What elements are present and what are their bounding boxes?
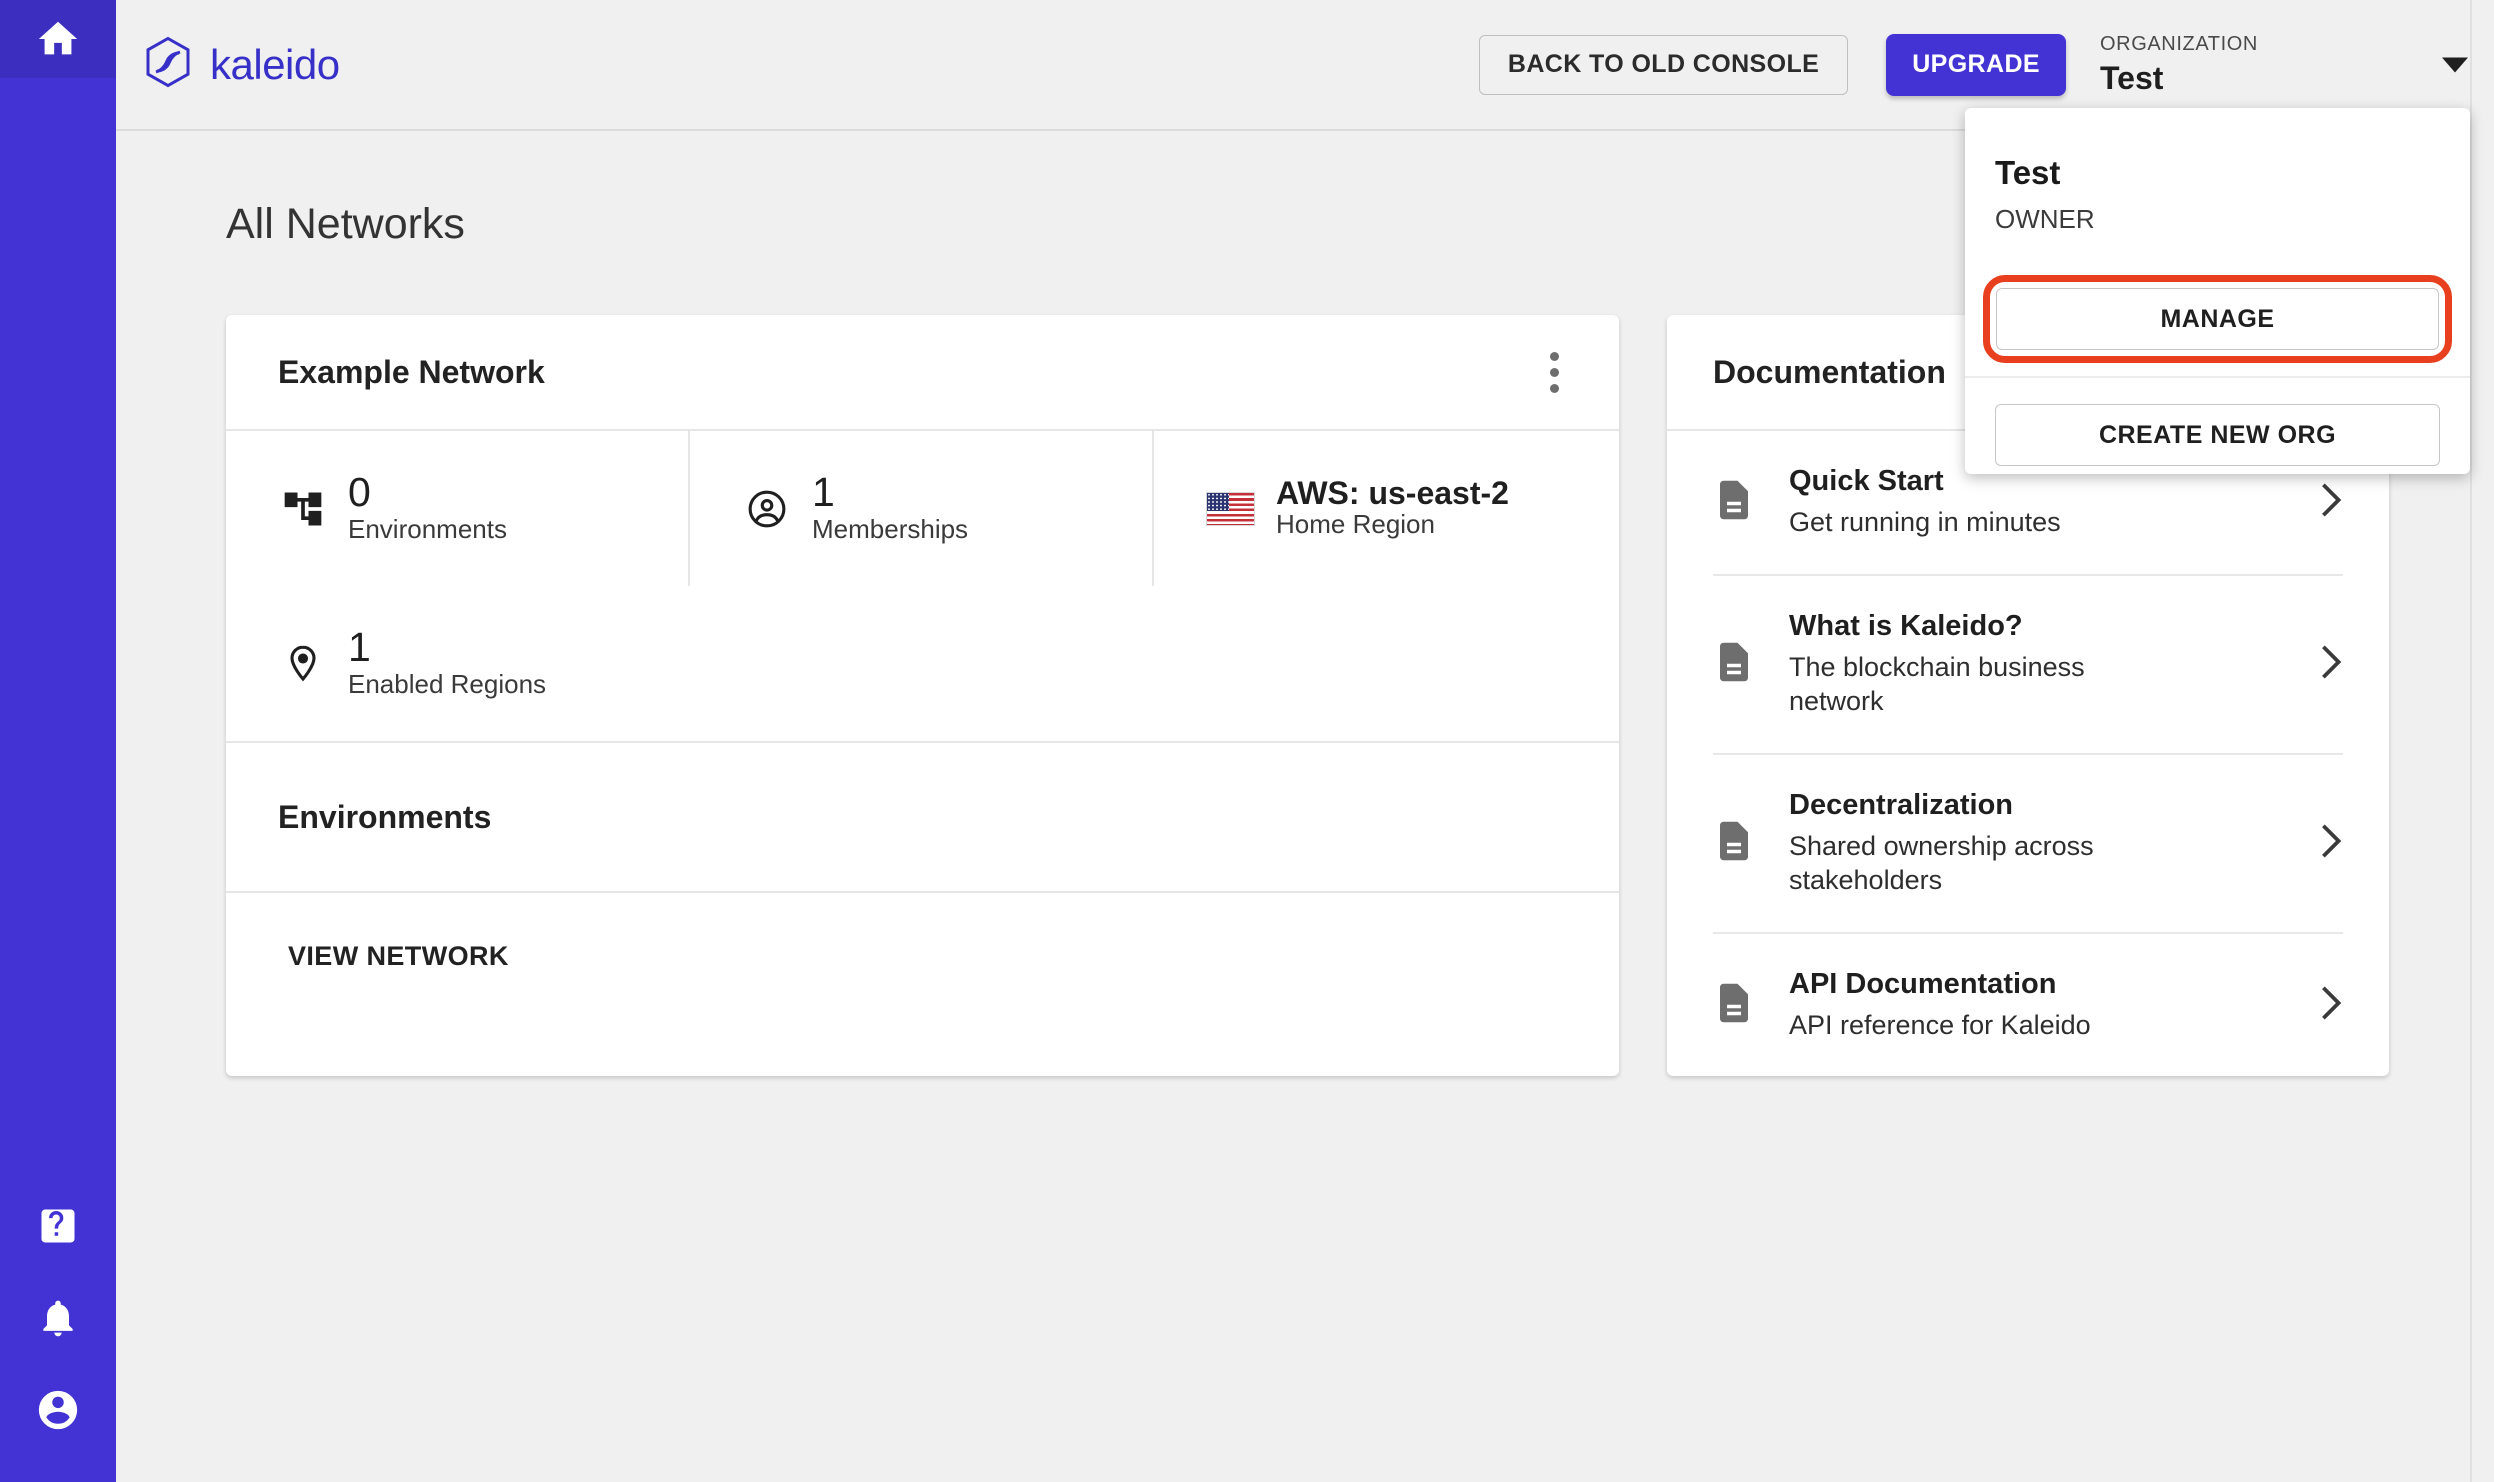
stat-enabled-regions: 1 Enabled Regions [226, 586, 690, 741]
doc-item-decentralization[interactable]: Decentralization Shared ownership across… [1713, 752, 2343, 932]
view-network-button[interactable]: VIEW NETWORK [288, 941, 509, 972]
header-actions: BACK TO OLD CONSOLE UPGRADE ORGANIZATION… [1478, 17, 2494, 112]
doc-item-title: What is Kaleido? [1789, 609, 2023, 642]
doc-item-what-is-kaleido-text: What is Kaleido? The blockchain business… [1789, 610, 2287, 719]
network-card-footer: VIEW NETWORK [226, 893, 1619, 1020]
network-title: Example Network [278, 353, 545, 390]
document-icon [1713, 639, 1757, 690]
chevron-down-icon [2442, 57, 2468, 72]
sidebar-item-help[interactable] [30, 1200, 86, 1256]
stat-memberships: 1 Memberships [690, 431, 1154, 586]
stat-enabled-regions-text: 1 Enabled Regions [348, 624, 547, 700]
doc-item-title: Decentralization [1789, 788, 2013, 821]
doc-item-api-documentation[interactable]: API Documentation API reference for Kale… [1713, 931, 2343, 1077]
organization-label: ORGANIZATION [2100, 32, 2258, 55]
organization-name: Test [2100, 59, 2164, 96]
document-icon [1713, 980, 1757, 1031]
more-vert-icon[interactable] [1526, 344, 1582, 400]
brand-name: kaleido [210, 40, 340, 88]
stat-environments: 0 Environments [226, 431, 690, 586]
doc-item-subtitle: Get running in minutes [1789, 507, 2061, 537]
stat-enabled-regions-value: 1 [348, 624, 371, 671]
doc-item-subtitle: The blockchain business network [1789, 651, 2085, 717]
page-scrollbar[interactable] [2470, 0, 2494, 1482]
chevron-right-icon [2319, 984, 2343, 1027]
app-root: kaleido BACK TO OLD CONSOLE UPGRADE ORGA… [0, 0, 2494, 1482]
stat-memberships-text: 1 Memberships [812, 469, 969, 545]
environments-section-label: Environments [278, 798, 492, 835]
location-pin-icon [278, 642, 327, 686]
sidebar-bottom-items [0, 1200, 116, 1440]
chevron-right-icon [2319, 481, 2343, 524]
stat-home-region-value: AWS: us-east-2 [1276, 474, 1509, 511]
documentation-title: Documentation [1713, 353, 1946, 390]
create-new-org-wrap: CREATE NEW ORG [1965, 378, 2470, 466]
doc-item-title: API Documentation [1789, 967, 2057, 1000]
stat-home-region-label: Home Region [1276, 509, 1435, 540]
sidebar-item-notifications[interactable] [30, 1292, 86, 1348]
stat-home-region: AWS: us-east-2 Home Region [1154, 431, 1618, 586]
document-icon [1713, 477, 1757, 528]
sidebar-item-account[interactable] [30, 1384, 86, 1440]
chevron-right-icon [2319, 643, 2343, 686]
sidebar-item-home[interactable] [0, 0, 116, 78]
kaleido-logo-icon [143, 36, 193, 93]
organization-selector[interactable]: ORGANIZATION Test [2100, 17, 2494, 112]
document-icon [1713, 818, 1757, 869]
doc-item-subtitle: API reference for Kaleido [1789, 1009, 2091, 1040]
chevron-right-icon [2319, 822, 2343, 865]
network-card: Example Network 0 Environments 1 Members… [226, 315, 1619, 1077]
help-icon [36, 1204, 80, 1253]
doc-item-api-documentation-text: API Documentation API reference for Kale… [1789, 968, 2287, 1043]
stat-enabled-regions-label: Enabled Regions [348, 668, 547, 699]
home-icon [35, 16, 81, 62]
left-sidebar [0, 0, 116, 1482]
stat-environments-label: Environments [348, 513, 507, 544]
manage-button[interactable]: MANAGE [1996, 288, 2439, 350]
doc-item-decentralization-text: Decentralization Shared ownership across… [1789, 789, 2287, 898]
manage-button-highlight: MANAGE [1983, 275, 2452, 363]
doc-item-quick-start-text: Quick Start Get running in minutes [1789, 465, 2287, 540]
organization-dropdown-role: OWNER [1995, 204, 2095, 234]
brand-logo[interactable]: kaleido [143, 36, 340, 93]
back-to-old-console-button[interactable]: BACK TO OLD CONSOLE [1478, 34, 1849, 95]
stat-memberships-label: Memberships [812, 513, 969, 544]
us-flag-icon [1206, 491, 1255, 526]
organization-selector-text: ORGANIZATION Test [2100, 33, 2258, 97]
organization-dropdown-name: Test [1995, 154, 2061, 191]
sidebar-primary-items [0, 0, 116, 78]
account-circle-icon [35, 1387, 81, 1438]
doc-item-what-is-kaleido[interactable]: What is Kaleido? The blockchain business… [1713, 573, 2343, 753]
upgrade-button[interactable]: UPGRADE [1886, 33, 2066, 96]
organization-dropdown-header: Test OWNER [1965, 108, 2470, 235]
environments-section: Environments [226, 743, 1619, 893]
stat-environments-value: 0 [348, 469, 371, 516]
create-new-org-button[interactable]: CREATE NEW ORG [1995, 404, 2440, 466]
doc-item-subtitle: Shared ownership across stakeholders [1789, 830, 2094, 896]
stat-environments-text: 0 Environments [348, 469, 507, 545]
stat-home-region-text: AWS: us-east-2 Home Region [1276, 477, 1509, 541]
stat-memberships-value: 1 [812, 469, 835, 516]
network-stats-grid: 0 Environments 1 Memberships AWS: us-eas… [226, 431, 1619, 743]
network-card-header: Example Network [226, 315, 1619, 431]
documentation-list: Quick Start Get running in minutes What … [1667, 431, 2389, 1076]
account-tree-icon [278, 487, 327, 531]
bell-icon [36, 1296, 80, 1345]
organization-dropdown-menu: Test OWNER MANAGE CREATE NEW ORG [1965, 108, 2470, 474]
account-circle-icon [742, 487, 791, 531]
